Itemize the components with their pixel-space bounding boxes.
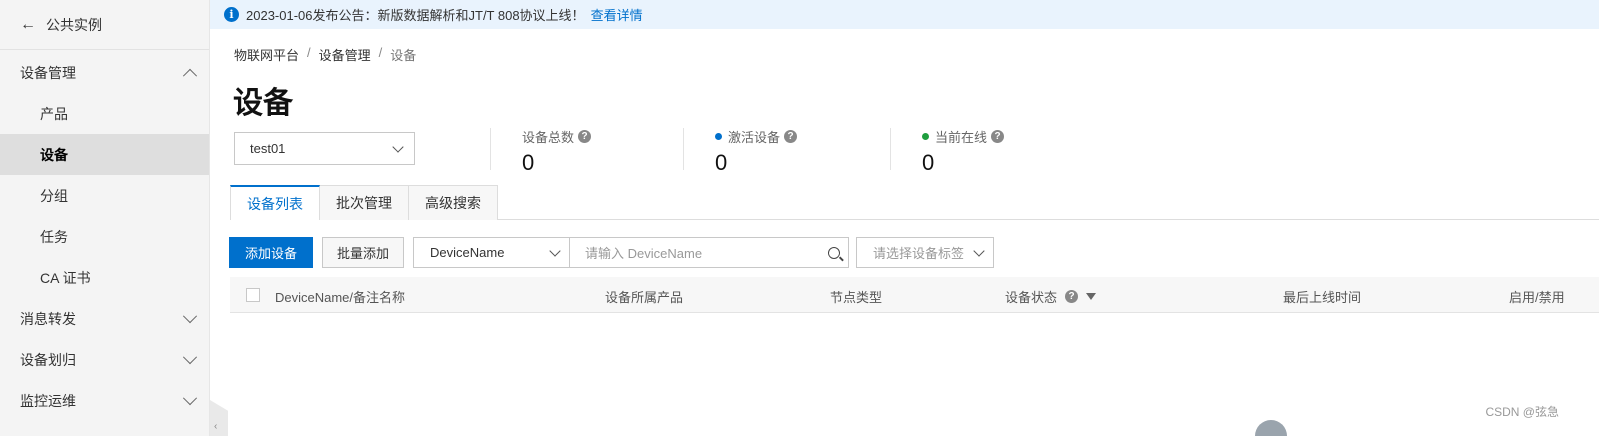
chevron-down-icon (392, 140, 404, 153)
sidebar-group-label: 设备划归 (20, 351, 76, 368)
sidebar: ← 公共实例 设备管理 产品 设备 分组 任务 CA 证书 消息转发 设备划归 … (0, 0, 210, 436)
divider (490, 128, 491, 170)
stat-value: 0 (715, 150, 728, 175)
tab-device-list[interactable]: 设备列表 (230, 185, 320, 220)
divider (683, 128, 684, 170)
chevron-down-icon (182, 349, 198, 364)
breadcrumb-separator: / (378, 45, 383, 60)
main-content: i 2023-01-06发布公告：新版数据解析和JT/T 808协议上线！ 查看… (210, 0, 1599, 436)
batch-add-button[interactable]: 批量添加 (322, 237, 405, 268)
chevron-down-icon (549, 244, 561, 257)
sidebar-group-monitoring[interactable]: 监控运维 (0, 380, 209, 421)
breadcrumb-item[interactable]: 物联网平台 (234, 45, 299, 64)
column-header-product: 设备所属产品 (605, 290, 684, 305)
product-select[interactable]: test01 (234, 132, 415, 165)
loading-icon (1255, 420, 1287, 436)
search-input[interactable]: 请输入 DeviceName (570, 237, 850, 268)
sidebar-item-ca-cert[interactable]: CA 证书 (0, 257, 209, 298)
chevron-down-icon (973, 244, 985, 257)
column-header-status-label: 设备状态 (1005, 290, 1058, 305)
tag-placeholder: 请选择设备标签 (873, 246, 965, 261)
sidebar-group-device-management[interactable]: 设备管理 (0, 52, 209, 93)
search-field-value: DeviceName (430, 245, 505, 260)
watermark: CSDN @弦急 (1485, 405, 1559, 419)
status-dot-icon (922, 133, 929, 140)
chevron-down-icon (182, 308, 198, 323)
help-icon[interactable]: ? (784, 130, 798, 143)
toolbar: 添加设备 批量添加 DeviceName 请输入 DeviceName 请选择设… (229, 237, 995, 268)
sidebar-item-group[interactable]: 分组 (0, 175, 209, 216)
stat-label: 设备总数 (522, 130, 575, 145)
search-icon[interactable] (828, 246, 841, 259)
stat-value: 0 (522, 150, 535, 175)
breadcrumb-current: 设备 (390, 48, 417, 63)
breadcrumb-separator: / (307, 45, 311, 60)
column-header-devicename[interactable]: DeviceName/备注名称 (275, 287, 405, 306)
sidebar-group-label: 设备管理 (20, 64, 76, 81)
help-icon[interactable]: ? (578, 130, 592, 143)
sidebar-item-task[interactable]: 任务 (0, 216, 209, 257)
add-device-button[interactable]: 添加设备 (229, 237, 314, 268)
back-to-instance[interactable]: ← 公共实例 (0, 0, 209, 50)
tab-advanced-search[interactable]: 高级搜索 (408, 185, 498, 220)
column-header-last-online: 最后上线时间 (1283, 290, 1362, 305)
chevron-down-icon (182, 390, 198, 405)
stat-label: 激活设备 (728, 130, 781, 145)
sidebar-group-label: 消息转发 (20, 310, 76, 327)
tab-batch-management[interactable]: 批次管理 (319, 185, 409, 220)
help-icon[interactable]: ? (991, 130, 1005, 143)
divider (890, 128, 891, 170)
product-select-value: test01 (250, 141, 286, 156)
stat-active-devices: 激活设备? 0 (715, 127, 798, 176)
stat-total-devices: 设备总数? 0 (522, 127, 592, 176)
sidebar-group-message-forward[interactable]: 消息转发 (0, 298, 209, 339)
column-header-status: 设备状态 ? (1005, 287, 1097, 306)
column-header-enable: 启用/禁用 (1509, 290, 1565, 305)
breadcrumb-item[interactable]: 设备管理 (319, 45, 371, 64)
search-field-select[interactable]: DeviceName (413, 237, 571, 268)
select-all-checkbox[interactable] (246, 288, 260, 302)
breadcrumb: 物联网平台 / 设备管理 / 设备 (234, 45, 416, 64)
help-icon[interactable]: ? (1065, 290, 1079, 303)
sidebar-group-label: 监控运维 (20, 392, 76, 409)
announcement-link[interactable]: 查看详情 (591, 5, 643, 24)
tab-bar: 设备列表 批次管理 高级搜索 (230, 185, 498, 220)
table-header: DeviceName/备注名称 设备所属产品 节点类型 设备状态 ? 最后上线时… (230, 277, 1599, 313)
sidebar-group-device-assign[interactable]: 设备划归 (0, 339, 209, 380)
sidebar-item-product[interactable]: 产品 (0, 93, 209, 134)
search-placeholder: 请输入 DeviceName (585, 246, 703, 261)
filter-icon[interactable] (1086, 293, 1097, 300)
sidebar-item-device[interactable]: 设备 (0, 134, 209, 175)
page-title: 设备 (233, 87, 293, 120)
stat-value: 0 (922, 150, 935, 175)
device-tag-select[interactable]: 请选择设备标签 (856, 237, 995, 268)
stat-online-devices: 当前在线? 0 (922, 127, 1005, 176)
announcement-bar: i 2023-01-06发布公告：新版数据解析和JT/T 808协议上线！ 查看… (210, 0, 1599, 29)
column-header-node-type: 节点类型 (830, 290, 883, 305)
back-label: 公共实例 (46, 16, 102, 33)
status-dot-icon (715, 133, 722, 140)
arrow-left-icon: ← (20, 15, 36, 33)
announcement-text: 2023-01-06发布公告：新版数据解析和JT/T 808协议上线！ (246, 8, 585, 23)
info-icon: i (224, 7, 239, 22)
chevron-up-icon (182, 68, 198, 83)
stat-label: 当前在线 (935, 130, 988, 145)
